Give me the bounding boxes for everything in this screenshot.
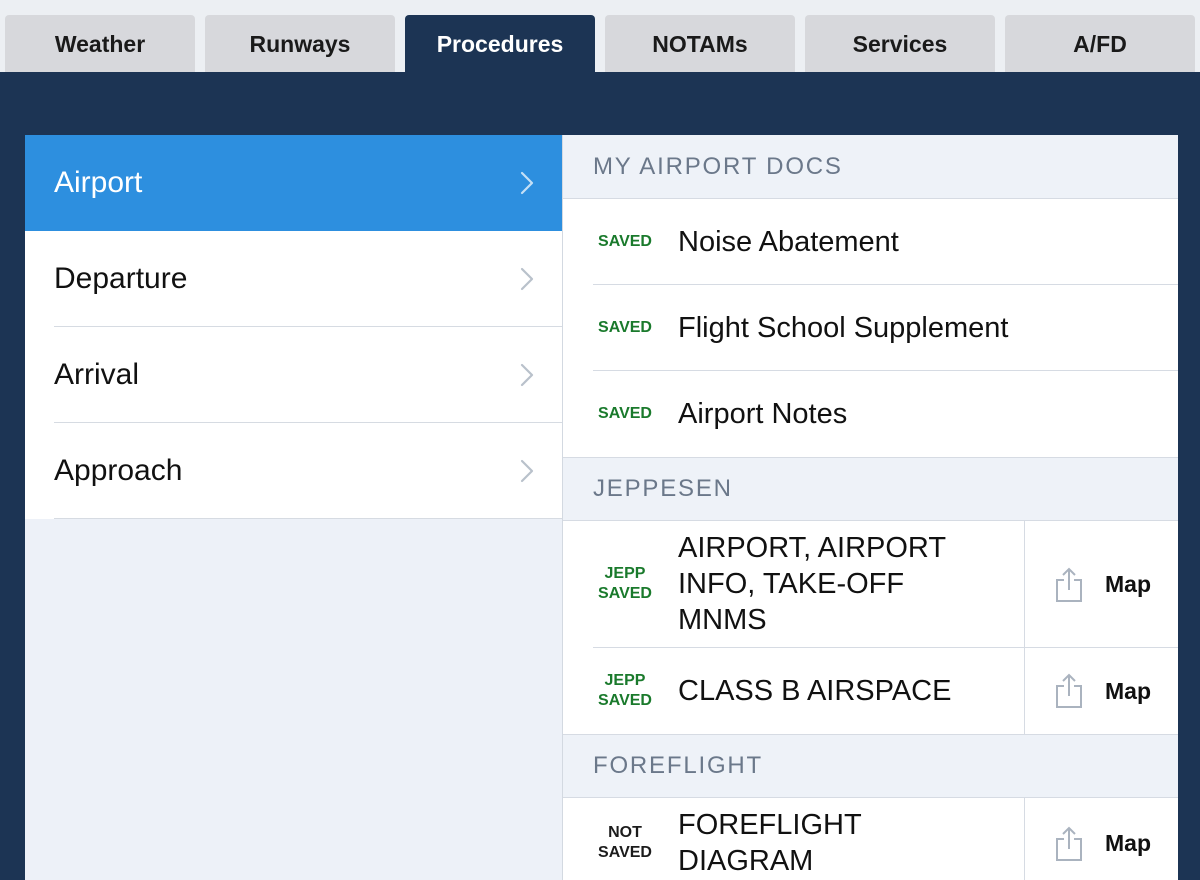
- tab-notams[interactable]: NOTAMs: [605, 15, 795, 72]
- document-row-airport-notes[interactable]: SAVED Airport Notes: [563, 371, 1178, 457]
- section-header-foreflight: FOREFLIGHT: [563, 734, 1178, 798]
- document-row-content: SAVED Flight School Supplement: [563, 285, 1178, 371]
- map-button[interactable]: Map: [1105, 830, 1151, 857]
- share-icon[interactable]: [1054, 567, 1084, 603]
- share-icon[interactable]: [1054, 826, 1084, 862]
- map-button[interactable]: Map: [1105, 678, 1151, 705]
- chevron-right-icon: [520, 267, 534, 291]
- tab-runways[interactable]: Runways: [205, 15, 395, 72]
- category-item-label: Airport: [54, 166, 143, 199]
- section-header-jeppesen: JEPPESEN: [563, 457, 1178, 521]
- tab-bar: Weather Runways Procedures NOTAMs Servic…: [0, 0, 1200, 72]
- document-row-content: NOT SAVED FOREFLIGHT DIAGRAM: [563, 798, 1024, 880]
- status-badge: NOT SAVED: [598, 824, 652, 861]
- document-actions: Map: [1024, 798, 1178, 880]
- document-title: Flight School Supplement: [678, 311, 1009, 344]
- tab-weather[interactable]: Weather: [5, 15, 195, 72]
- document-row-content: JEPP SAVED CLASS B AIRSPACE: [563, 648, 1024, 734]
- airport-documents-list: MY AIRPORT DOCS SAVED Noise Abatement SA…: [563, 135, 1178, 880]
- category-item-departure[interactable]: Departure: [25, 231, 562, 327]
- category-item-label: Departure: [54, 262, 188, 295]
- map-button[interactable]: Map: [1105, 571, 1151, 598]
- category-item-approach[interactable]: Approach: [25, 423, 562, 519]
- document-title: AIRPORT, AIRPORT INFO, TAKE-OFF MNMS: [678, 532, 946, 636]
- tab-procedures[interactable]: Procedures: [405, 15, 595, 72]
- category-item-arrival[interactable]: Arrival: [25, 327, 562, 423]
- document-row-content: JEPP SAVED AIRPORT, AIRPORT INFO, TAKE-O…: [563, 521, 1024, 648]
- procedures-panel: Airport Departure Arrival Approach MY AI…: [25, 135, 1178, 880]
- document-row-flight-school-supplement[interactable]: SAVED Flight School Supplement: [563, 285, 1178, 371]
- document-title: Noise Abatement: [678, 225, 899, 258]
- status-badge: JEPP SAVED: [598, 671, 652, 709]
- category-item-label: Approach: [54, 454, 183, 487]
- status-badge: JEPP SAVED: [598, 565, 652, 602]
- document-row-airport-info[interactable]: JEPP SAVED AIRPORT, AIRPORT INFO, TAKE-O…: [563, 521, 1178, 648]
- document-title: Airport Notes: [678, 397, 848, 430]
- document-actions: Map: [1024, 521, 1178, 648]
- section-header-my-airport-docs: MY AIRPORT DOCS: [563, 135, 1178, 199]
- procedures-view: Airport Departure Arrival Approach MY AI…: [0, 72, 1200, 880]
- chevron-right-icon: [520, 171, 534, 195]
- category-item-airport[interactable]: Airport: [25, 135, 562, 231]
- tab-afd[interactable]: A/FD: [1005, 15, 1195, 72]
- status-badge: SAVED: [598, 404, 652, 422]
- tab-services[interactable]: Services: [805, 15, 995, 72]
- status-badge: SAVED: [598, 318, 652, 336]
- document-row-foreflight-diagram[interactable]: NOT SAVED FOREFLIGHT DIAGRAM Map: [563, 798, 1178, 880]
- document-title: CLASS B AIRSPACE: [678, 674, 952, 707]
- document-title: FOREFLIGHT DIAGRAM: [678, 809, 862, 877]
- share-icon[interactable]: [1054, 673, 1084, 709]
- chevron-right-icon: [520, 363, 534, 387]
- chevron-right-icon: [520, 459, 534, 483]
- document-row-content: SAVED Airport Notes: [563, 371, 1178, 457]
- document-actions: Map: [1024, 648, 1178, 734]
- document-row-class-b-airspace[interactable]: JEPP SAVED CLASS B AIRSPACE Map: [563, 648, 1178, 734]
- category-item-label: Arrival: [54, 358, 140, 391]
- document-row-noise-abatement[interactable]: SAVED Noise Abatement: [563, 199, 1178, 285]
- status-badge: SAVED: [598, 232, 652, 250]
- document-row-content: SAVED Noise Abatement: [563, 199, 1178, 285]
- procedure-category-list: Airport Departure Arrival Approach: [25, 135, 563, 880]
